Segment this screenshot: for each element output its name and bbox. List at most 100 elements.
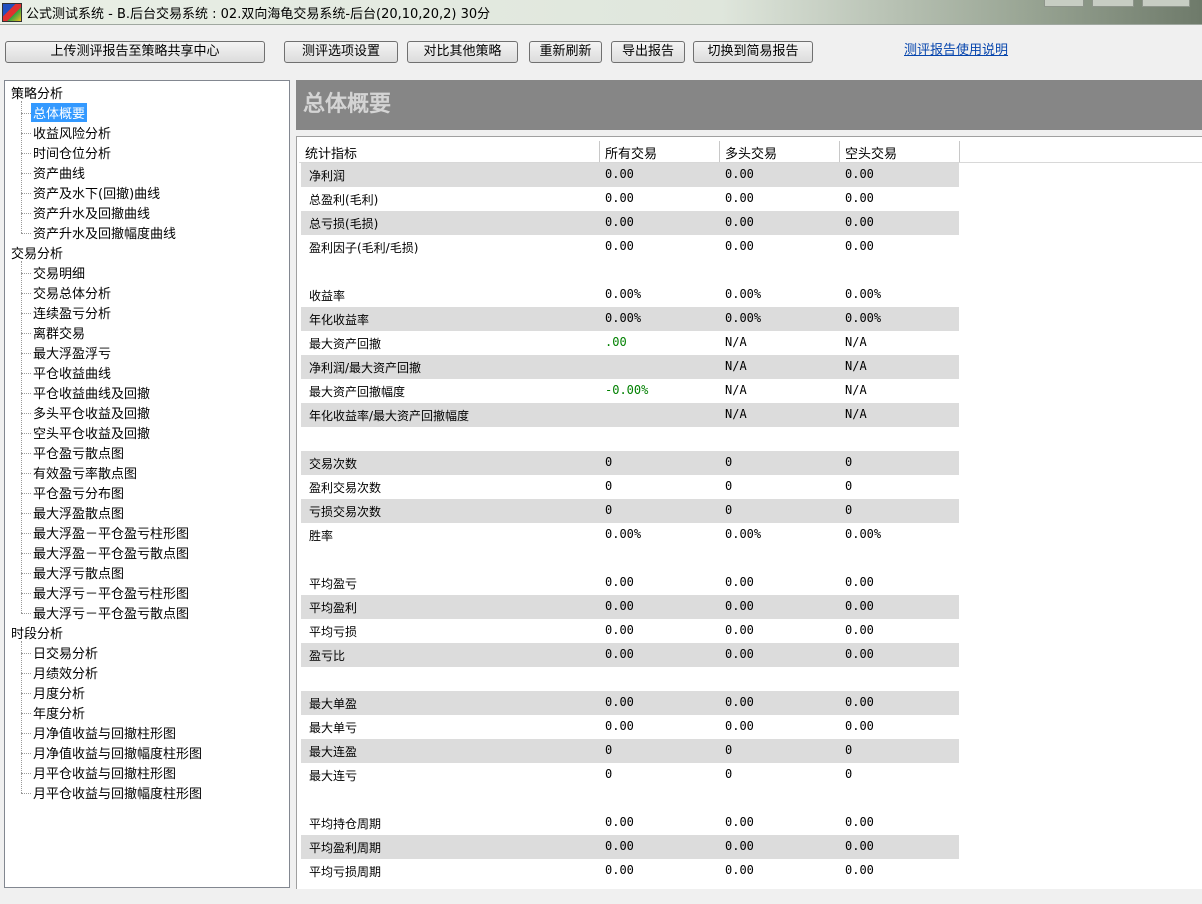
metric-label: 净利润/最大资产回撤	[309, 361, 422, 375]
table-row: 交易次数 0 0 0	[301, 451, 959, 475]
status-strip	[0, 892, 1202, 904]
tree-item[interactable]: 时间仓位分析	[31, 143, 113, 162]
metric-value: 0.00	[605, 191, 634, 205]
tree-item[interactable]: 最大浮亏散点图	[31, 563, 126, 582]
options-button[interactable]: 测评选项设置	[284, 41, 398, 63]
table-row: 年化收益率 0.00% 0.00% 0.00%	[301, 307, 959, 331]
metric-value: 0.00%	[845, 287, 882, 301]
tree-group[interactable]: 策略分析	[11, 83, 63, 102]
metric-value: 0.00	[725, 599, 754, 613]
close-button[interactable]	[1142, 0, 1190, 7]
tree-item[interactable]: 交易明细	[31, 263, 87, 282]
metric-value: -0.00%	[605, 383, 649, 397]
metric-value: 0.00	[605, 647, 634, 661]
table-row: 最大单盈 0.00 0.00 0.00	[301, 691, 959, 715]
tree-item[interactable]: 资产曲线	[31, 163, 87, 182]
metric-value: 0.00	[845, 599, 874, 613]
tree-item[interactable]: 收益风险分析	[31, 123, 113, 142]
table-row: 盈利交易次数 0 0 0	[301, 475, 959, 499]
table-row: 平均亏损 0.00 0.00 0.00	[301, 619, 959, 643]
metric-value: .00	[605, 335, 627, 349]
help-link[interactable]: 测评报告使用说明	[904, 39, 1008, 58]
metric-value: N/A	[845, 383, 867, 397]
maximize-button[interactable]	[1092, 0, 1134, 7]
metric-label: 盈利因子(毛利/毛损)	[309, 241, 419, 255]
metric-value: N/A	[845, 359, 867, 373]
upload-report-button[interactable]: 上传测评报告至策略共享中心	[5, 41, 265, 63]
tree-item[interactable]: 月净值收益与回撤幅度柱形图	[31, 743, 204, 762]
stats-table: 统计指标 所有交易 多头交易 空头交易 净利润 0.00 0.00 0.00 总盈利(毛…	[296, 136, 1202, 889]
metric-label: 净利润	[309, 169, 346, 183]
metric-value: 0.00	[725, 623, 754, 637]
tree-item[interactable]: 交易总体分析	[31, 283, 113, 302]
tree-item[interactable]: 日交易分析	[31, 643, 100, 662]
app-icon	[2, 3, 22, 22]
refresh-button[interactable]: 重新刷新	[529, 41, 602, 63]
export-button[interactable]: 导出报告	[611, 41, 685, 63]
tree-item[interactable]: 最大浮亏－平仓盈亏散点图	[31, 603, 191, 622]
simple-report-button[interactable]: 切换到简易报告	[693, 41, 813, 63]
metric-value: 0.00%	[605, 311, 642, 325]
col-header-all[interactable]: 所有交易	[599, 143, 719, 162]
tree-item[interactable]: 总体概要	[31, 103, 88, 122]
col-header-long[interactable]: 多头交易	[719, 143, 839, 162]
tree-item[interactable]: 最大浮盈散点图	[31, 503, 126, 522]
tree-item[interactable]: 年度分析	[31, 703, 87, 722]
tree-item[interactable]: 平仓盈亏分布图	[31, 483, 126, 502]
metric-value: 0.00%	[605, 527, 642, 541]
metric-value: 0.00%	[845, 311, 882, 325]
compare-button[interactable]: 对比其他策略	[407, 41, 518, 63]
col-header-metric[interactable]: 统计指标	[299, 143, 599, 162]
metric-value: 0.00	[845, 815, 874, 829]
tree-item[interactable]: 空头平仓收益及回撤	[31, 423, 152, 442]
table-row: 最大连盈 0 0 0	[301, 739, 959, 763]
metric-value: 0.00	[725, 239, 754, 253]
metric-label: 平均盈利	[309, 601, 358, 615]
table-row: 盈亏比 0.00 0.00 0.00	[301, 643, 959, 667]
metric-value: 0.00	[605, 239, 634, 253]
tree-item[interactable]: 月度分析	[31, 683, 87, 702]
tree-group[interactable]: 交易分析	[11, 243, 63, 262]
metric-value: 0.00%	[725, 527, 762, 541]
metric-value: N/A	[845, 407, 867, 421]
page-title: 总体概要	[303, 92, 392, 117]
nav-tree[interactable]: 策略分析 总体概要 收益风险分析 时间仓位分析 资产曲线 资产及水下(回撤)曲线 资产升水及…	[4, 80, 290, 888]
metric-label: 平均持仓周期	[309, 817, 382, 831]
tree-item[interactable]: 有效盈亏率散点图	[31, 463, 139, 482]
metric-value: N/A	[725, 383, 747, 397]
metric-label: 最大资产回撤幅度	[309, 385, 406, 399]
metric-value: 0.00	[725, 647, 754, 661]
tree-item[interactable]: 最大浮盈浮亏	[31, 343, 113, 362]
metric-label: 年化收益率/最大资产回撤幅度	[309, 409, 470, 423]
col-header-short[interactable]: 空头交易	[839, 143, 959, 162]
tree-item[interactable]: 月平仓收益与回撤柱形图	[31, 763, 178, 782]
metric-value: 0.00	[605, 815, 634, 829]
minimize-button[interactable]	[1044, 0, 1084, 7]
tree-group[interactable]: 时段分析	[11, 623, 63, 642]
metric-value: N/A	[725, 407, 747, 421]
tree-item[interactable]: 月平仓收益与回撤幅度柱形图	[31, 783, 204, 802]
tree-item[interactable]: 平仓收益曲线	[31, 363, 113, 382]
tree-item[interactable]: 平仓收益曲线及回撤	[31, 383, 152, 402]
metric-value: 0.00	[845, 647, 874, 661]
metric-value: 0.00	[605, 695, 634, 709]
table-row: 盈利因子(毛利/毛损) 0.00 0.00 0.00	[301, 235, 959, 259]
metric-label: 最大单亏	[309, 721, 358, 735]
tree-item[interactable]: 月绩效分析	[31, 663, 100, 682]
tree-item[interactable]: 月净值收益与回撤柱形图	[31, 723, 178, 742]
table-row: 平均盈利周期 0.00 0.00 0.00	[301, 835, 959, 859]
tree-item[interactable]: 连续盈亏分析	[31, 303, 113, 322]
metric-value: 0.00	[725, 815, 754, 829]
tree-item[interactable]: 最大浮盈－平仓盈亏散点图	[31, 543, 191, 562]
tree-item[interactable]: 离群交易	[31, 323, 87, 342]
tree-item[interactable]: 资产升水及回撤幅度曲线	[31, 223, 178, 242]
metric-label: 年化收益率	[309, 313, 370, 327]
tree-item[interactable]: 平仓盈亏散点图	[31, 443, 126, 462]
metric-label: 总盈利(毛利)	[309, 193, 379, 207]
metric-value: 0.00	[725, 215, 754, 229]
tree-item[interactable]: 最大浮盈－平仓盈亏柱形图	[31, 523, 191, 542]
tree-item[interactable]: 资产升水及回撤曲线	[31, 203, 152, 222]
tree-item[interactable]: 多头平仓收益及回撤	[31, 403, 152, 422]
tree-item[interactable]: 最大浮亏－平仓盈亏柱形图	[31, 583, 191, 602]
tree-item[interactable]: 资产及水下(回撤)曲线	[31, 183, 162, 202]
